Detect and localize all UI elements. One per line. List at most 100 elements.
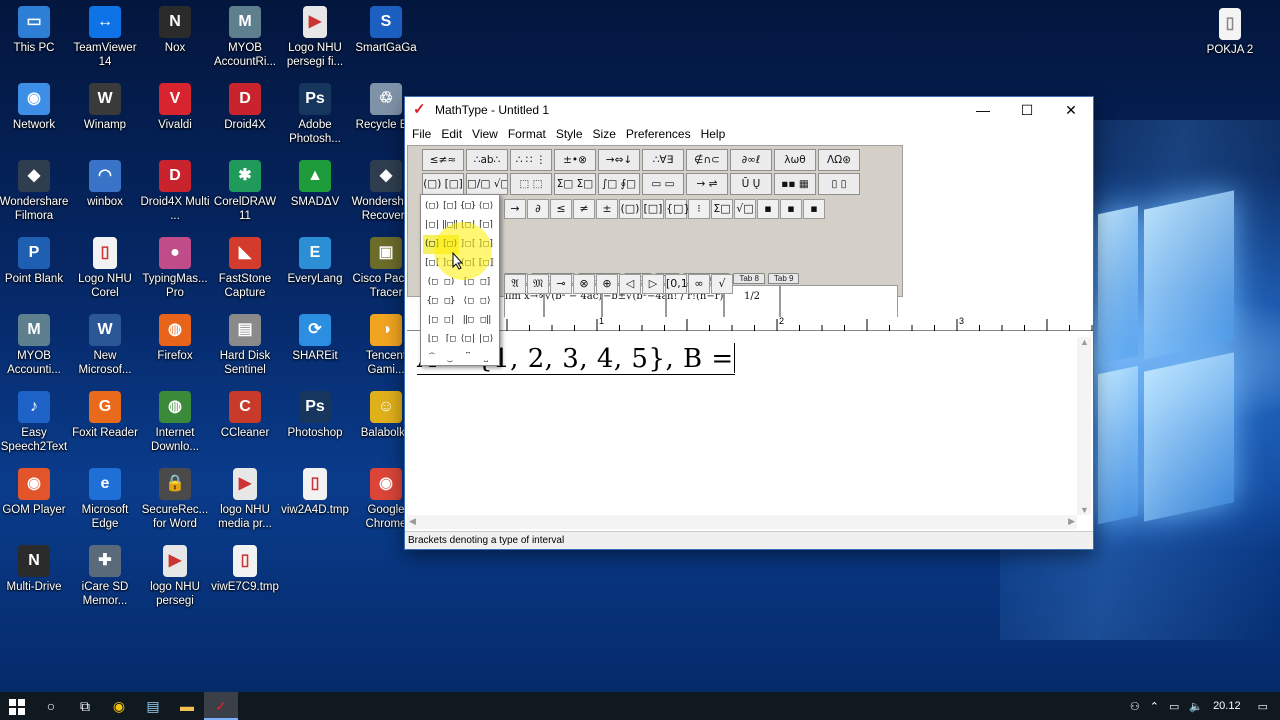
bracket-template-option[interactable]: [□] bbox=[441, 197, 459, 216]
desktop-icon-pokja-2[interactable]: ▯ POKJA 2 bbox=[1192, 8, 1268, 57]
desktop-icon[interactable]: 🔒 SecureRec... for Word bbox=[137, 468, 213, 531]
scroll-left-icon[interactable]: ◀ bbox=[409, 516, 416, 527]
menu-preferences[interactable]: Preferences bbox=[621, 127, 696, 141]
template-palette-button[interactable]: □/□ √□ bbox=[466, 173, 508, 195]
palette-tab[interactable]: Tab 9 bbox=[767, 273, 800, 284]
desktop-icon[interactable]: ◆ Wondershare Filmora bbox=[0, 160, 72, 223]
taskbar-chrome[interactable]: ◉ bbox=[102, 692, 136, 720]
vertical-scrollbar[interactable]: ▲ ▼ bbox=[1077, 337, 1091, 515]
symbol-palette-button[interactable]: λωθ bbox=[774, 149, 816, 171]
desktop-icon[interactable]: ▶ logo NHU persegi bbox=[137, 545, 213, 608]
symbol-palette-button[interactable]: →⇔↓ bbox=[598, 149, 640, 171]
template-palette-button[interactable]: Σ□ Σ□ bbox=[554, 173, 596, 195]
template-palette-button[interactable]: Ū Ų bbox=[730, 173, 772, 195]
small-bar-button[interactable]: ⁝ bbox=[688, 199, 710, 219]
menu-size[interactable]: Size bbox=[588, 127, 621, 141]
chevron-up-icon[interactable]: ⌃ bbox=[1145, 700, 1164, 713]
desktop-icon[interactable]: ▤ Hard Disk Sentinel bbox=[207, 314, 283, 377]
desktop-icon[interactable]: P Point Blank bbox=[0, 237, 72, 286]
template-palette-button[interactable]: ∫□ ∮□ bbox=[598, 173, 640, 195]
bracket-template-option[interactable]: |□⟩ bbox=[477, 330, 495, 349]
bottom-symbol-button[interactable]: ⊕ bbox=[596, 274, 618, 294]
palette-tab[interactable]: Tab 8 bbox=[733, 273, 765, 284]
clock[interactable]: 20.12 bbox=[1208, 700, 1246, 712]
desktop-icon[interactable]: M MYOB Accounti... bbox=[0, 314, 72, 377]
desktop-icon[interactable]: ▶ logo NHU media pr... bbox=[207, 468, 283, 531]
taskbar-mathtype[interactable]: ✓ bbox=[204, 692, 238, 720]
taskbar-notepad[interactable]: ▤ bbox=[136, 692, 170, 720]
symbol-palette-button[interactable]: ±•⊗ bbox=[554, 149, 596, 171]
bracket-template-option[interactable]: |□ bbox=[423, 311, 441, 330]
bracket-template-option[interactable]: |□| bbox=[423, 216, 441, 235]
desktop-icon[interactable]: e Microsoft Edge bbox=[67, 468, 143, 531]
title-bar[interactable]: ✓ MathType - Untitled 1 — ☐ ✕ bbox=[405, 97, 1093, 123]
menu-edit[interactable]: Edit bbox=[436, 127, 467, 141]
menu-format[interactable]: Format bbox=[503, 127, 551, 141]
desktop-icon[interactable]: ▶ Logo NHU persegi fi... bbox=[277, 6, 353, 69]
desktop-icon[interactable]: V Vivaldi bbox=[137, 83, 213, 132]
desktop-icon[interactable]: ✚ iCare SD Memor... bbox=[67, 545, 143, 608]
desktop-icon[interactable]: C CCleaner bbox=[207, 391, 283, 440]
network-icon[interactable]: ▭ bbox=[1164, 700, 1184, 713]
desktop-icon[interactable]: ◉ Network bbox=[0, 83, 72, 132]
desktop-icon[interactable]: D Droid4X bbox=[207, 83, 283, 132]
small-bar-button[interactable]: ± bbox=[596, 199, 618, 219]
bracket-template-option[interactable]: ⟨□ bbox=[459, 292, 477, 311]
bracket-template-option[interactable]: ⌊□ bbox=[423, 330, 441, 349]
bracket-template-option[interactable]: ⏟ bbox=[441, 349, 459, 368]
small-bar-button[interactable]: ▪ bbox=[757, 199, 779, 219]
bottom-symbol-button[interactable]: ⊗ bbox=[573, 274, 595, 294]
volume-icon[interactable]: 🔈 bbox=[1184, 700, 1208, 713]
start-button[interactable] bbox=[0, 692, 34, 720]
desktop-icon[interactable]: ● TypingMas... Pro bbox=[137, 237, 213, 300]
symbol-palette-button[interactable]: ≤≠≈ bbox=[422, 149, 464, 171]
desktop-icon[interactable]: Ps Photoshop bbox=[277, 391, 353, 440]
desktop-icon[interactable]: ▭ This PC bbox=[0, 6, 72, 55]
desktop-icon[interactable]: ♪ Easy Speech2Text bbox=[0, 391, 72, 454]
task-view-button[interactable]: ⧉ bbox=[68, 692, 102, 720]
scroll-up-icon[interactable]: ▲ bbox=[1080, 337, 1089, 347]
desktop-icon[interactable]: D Droid4X Multi ... bbox=[137, 160, 213, 223]
minimize-button[interactable]: — bbox=[961, 97, 1005, 123]
bracket-template-option[interactable]: ⌈□ bbox=[441, 330, 459, 349]
desktop-icon[interactable]: E EveryLang bbox=[277, 237, 353, 286]
maximize-button[interactable]: ☐ bbox=[1005, 97, 1049, 123]
scroll-down-icon[interactable]: ▼ bbox=[1080, 505, 1089, 515]
desktop-icon[interactable]: ◉ GOM Player bbox=[0, 468, 72, 517]
horizontal-scrollbar[interactable]: ◀ ▶ bbox=[407, 515, 1077, 529]
desktop-icon[interactable]: W New Microsof... bbox=[67, 314, 143, 377]
template-palette-button[interactable]: ▭ ▭ bbox=[642, 173, 684, 195]
menu-view[interactable]: View bbox=[467, 127, 503, 141]
desktop-icon[interactable]: ◍ Firefox bbox=[137, 314, 213, 363]
bracket-template-option[interactable]: {□ bbox=[423, 292, 441, 311]
bracket-template-option[interactable]: ⎵ bbox=[477, 349, 495, 368]
bottom-symbol-button[interactable]: [0,1] bbox=[665, 274, 692, 294]
close-button[interactable]: ✕ bbox=[1049, 97, 1093, 123]
taskbar-file-explorer[interactable]: ▬ bbox=[170, 692, 204, 720]
desktop-icon[interactable]: ↔ TeamViewer 14 bbox=[67, 6, 143, 69]
desktop-icon[interactable]: Ps Adobe Photosh... bbox=[277, 83, 353, 146]
symbol-palette-button[interactable]: ∴∀∃ bbox=[642, 149, 684, 171]
bracket-template-option[interactable]: □‖ bbox=[477, 311, 495, 330]
desktop-icon[interactable]: W Winamp bbox=[67, 83, 143, 132]
desktop-icon[interactable]: ⟳ SHAREit bbox=[277, 314, 353, 363]
symbol-palette-button[interactable]: ∴ ∷ ⋮ bbox=[510, 149, 552, 171]
small-bar-button[interactable]: Σ□ bbox=[711, 199, 733, 219]
small-bar-button[interactable]: [□] bbox=[642, 199, 664, 219]
desktop-icon[interactable]: ▯ viw2A4D.tmp bbox=[277, 468, 353, 517]
desktop-icon[interactable]: ▯ viwE7C9.tmp bbox=[207, 545, 283, 594]
bottom-symbol-button[interactable]: ⊸ bbox=[550, 274, 572, 294]
bracket-template-option[interactable]: ⏞ bbox=[423, 349, 441, 368]
template-palette-button[interactable]: ▯ ▯ bbox=[818, 173, 860, 195]
menu-style[interactable]: Style bbox=[551, 127, 588, 141]
symbol-palette-button[interactable]: ∉∩⊂ bbox=[686, 149, 728, 171]
template-palette-button[interactable]: (□) [□] bbox=[422, 173, 464, 195]
bracket-template-option[interactable]: □] bbox=[477, 273, 495, 292]
desktop-icon[interactable]: ◠ winbox bbox=[67, 160, 143, 209]
desktop-icon[interactable]: S SmartGaGa bbox=[348, 6, 424, 55]
bracket-template-option[interactable]: ⟨□| bbox=[459, 330, 477, 349]
menu-help[interactable]: Help bbox=[696, 127, 731, 141]
small-bar-button[interactable]: {□} bbox=[665, 199, 690, 219]
small-bar-button[interactable]: ▪ bbox=[803, 199, 825, 219]
ruler[interactable]: 1 2 3 bbox=[407, 316, 1093, 331]
